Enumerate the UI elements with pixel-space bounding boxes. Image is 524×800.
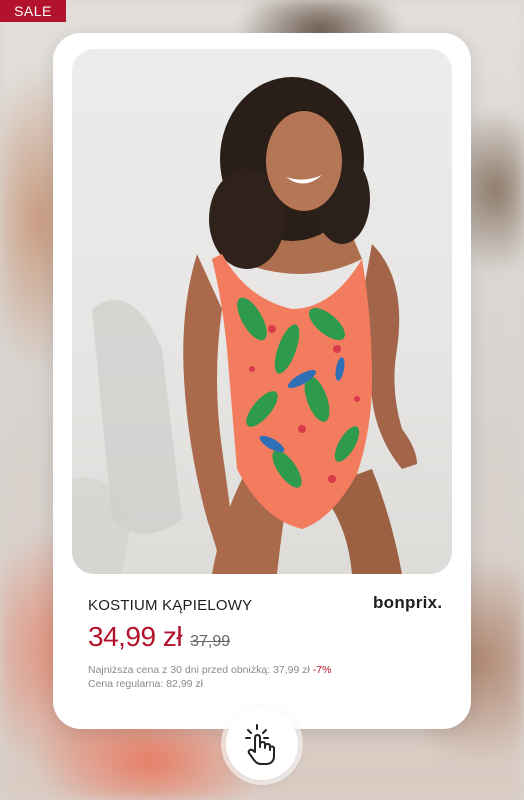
hand-pointer-icon bbox=[245, 724, 275, 765]
lowest-price-note: Najniższa cena z 30 dni przed obniżką: 3… bbox=[88, 664, 331, 676]
regular-price-note: Cena regularna: 82,99 zł bbox=[88, 678, 203, 690]
discount-percent: -7% bbox=[312, 664, 332, 676]
product-name: KOSTIUM KĄPIELOWY bbox=[88, 597, 253, 614]
old-price: 37,99 bbox=[190, 633, 231, 650]
price-row: 34,99 zł 37,99 bbox=[88, 621, 230, 653]
tap-button[interactable] bbox=[226, 708, 298, 780]
product-card[interactable]: KOSTIUM KĄPIELOWY bonprix. 34,99 zł 37,9… bbox=[53, 33, 471, 729]
sale-badge: SALE bbox=[0, 0, 66, 22]
model-illustration bbox=[72, 77, 417, 574]
brand-logo: bonprix. bbox=[373, 593, 443, 612]
current-price: 34,99 zł bbox=[88, 621, 183, 652]
product-photo[interactable] bbox=[72, 49, 452, 574]
lowest-price-text: Najniższa cena z 30 dni przed obniżką: 3… bbox=[88, 664, 310, 676]
